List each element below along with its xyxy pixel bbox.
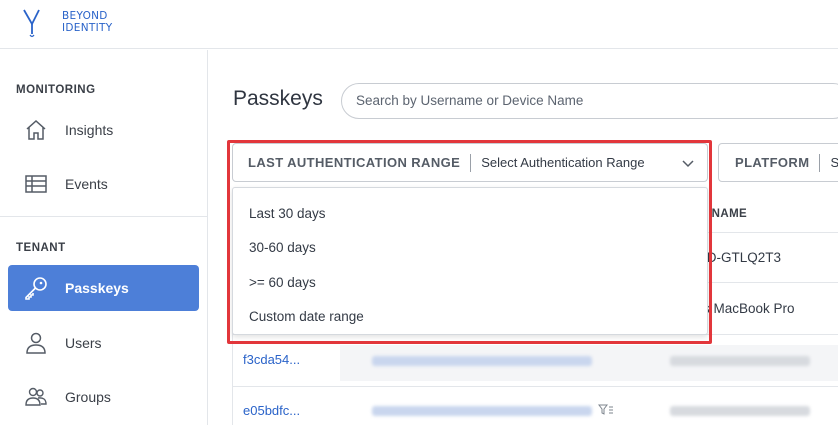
auth-range-label: LAST AUTHENTICATION RANGE	[248, 155, 461, 170]
platform-label: PLATFORM	[735, 155, 810, 170]
filter-icon[interactable]	[598, 404, 614, 416]
sidebar-item-label: Events	[65, 176, 108, 192]
chevron-down-icon	[682, 160, 694, 168]
blurred-link[interactable]	[372, 406, 592, 416]
home-icon	[22, 116, 50, 144]
filter-separator	[470, 153, 472, 172]
section-label-monitoring: MONITORING	[16, 84, 96, 96]
sidebar-item-label: Passkeys	[65, 280, 129, 296]
table-cell-device: s MacBook Pro	[703, 301, 795, 316]
auth-range-value: Select Authentication Range	[481, 155, 645, 170]
dropdown-option-30-60-days[interactable]: 30-60 days	[249, 240, 316, 255]
platform-filter[interactable]: PLATFORM S	[718, 143, 838, 182]
sidebar-item-passkeys[interactable]: Passkeys	[8, 265, 199, 311]
sidebar: MONITORING Insights Events TENANT Passke…	[0, 50, 208, 425]
brand-name: BEYOND IDENTITY	[62, 10, 112, 34]
brand-line-2: IDENTITY	[62, 22, 113, 34]
search-placeholder: Search by Username or Device Name	[356, 93, 584, 108]
sidebar-item-label: Groups	[65, 389, 111, 405]
table-cell-id[interactable]: e05bdfc...	[243, 403, 300, 418]
sidebar-item-events[interactable]: Events	[8, 161, 199, 207]
dropdown-option-last-30-days[interactable]: Last 30 days	[249, 206, 326, 221]
user-icon	[22, 329, 50, 357]
page-title: Passkeys	[233, 87, 323, 110]
table-row-divider	[232, 386, 838, 387]
sidebar-item-label: Insights	[65, 122, 114, 138]
beyond-identity-logo-icon	[23, 9, 40, 38]
sidebar-item-groups[interactable]: Groups	[8, 374, 199, 420]
brand-line-1: BEYOND	[62, 10, 108, 22]
dropdown-option-60-plus-days[interactable]: >= 60 days	[249, 275, 316, 290]
brand-logo[interactable]: BEYOND IDENTITY	[22, 8, 112, 38]
table-cell-device: ID-GTLQ2T3	[703, 250, 782, 265]
group-icon	[22, 383, 50, 411]
blurred-link[interactable]	[372, 356, 592, 366]
table-icon	[22, 170, 50, 198]
dropdown-option-custom-range[interactable]: Custom date range	[249, 309, 364, 324]
filter-separator	[819, 153, 821, 172]
search-input[interactable]: Search by Username or Device Name	[341, 83, 838, 119]
auth-range-filter[interactable]: LAST AUTHENTICATION RANGE Select Authent…	[232, 143, 708, 182]
sidebar-item-insights[interactable]: Insights	[8, 107, 199, 153]
sidebar-item-label: Users	[65, 335, 102, 351]
sidebar-item-users[interactable]: Users	[8, 320, 199, 366]
blurred-device	[670, 406, 810, 416]
blurred-device	[670, 356, 810, 366]
table-cell-id[interactable]: f3cda54...	[243, 352, 300, 367]
auth-range-dropdown-menu: Last 30 days 30-60 days >= 60 days Custo…	[232, 187, 708, 335]
key-icon	[22, 274, 50, 302]
top-bar: BEYOND IDENTITY	[0, 0, 838, 49]
platform-value: S	[830, 155, 838, 170]
section-label-tenant: TENANT	[16, 242, 66, 254]
sidebar-divider	[0, 216, 208, 217]
